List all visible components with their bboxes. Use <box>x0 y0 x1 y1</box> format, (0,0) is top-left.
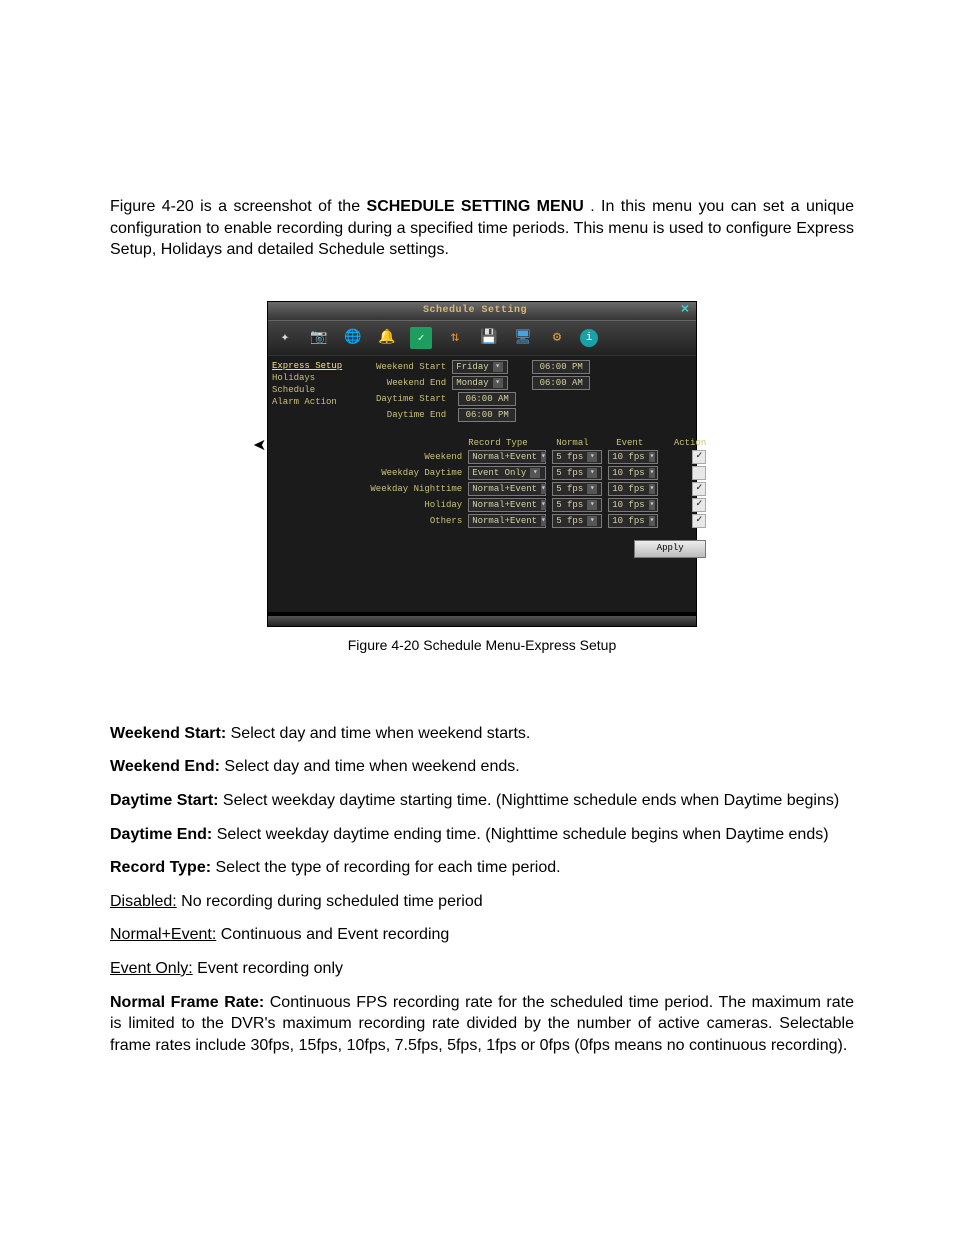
record-type-dropdown[interactable]: Event Only▾ <box>468 466 546 480</box>
normal-fps-dropdown[interactable]: 5 fps▾ <box>552 498 602 512</box>
normal-fps-dropdown[interactable]: 5 fps▾ <box>552 482 602 496</box>
record-type-dropdown[interactable]: Normal+Event▾ <box>468 450 546 464</box>
event-fps-dropdown[interactable]: 10 fps▾ <box>608 514 658 528</box>
dvr-titlebar: Schedule Setting × <box>268 302 696 320</box>
close-icon[interactable]: × <box>678 304 692 318</box>
time-row: Weekend Start Friday▾ 06:00 PM <box>350 360 706 374</box>
calendar-icon[interactable]: ✓ <box>410 327 432 349</box>
time-row-label: Weekend End <box>350 378 446 388</box>
event-fps-dropdown[interactable]: 10 fps▾ <box>608 450 658 464</box>
schedule-headers: Record Type Normal Event Action <box>350 438 706 448</box>
desc-daytime-end: Daytime End: Select weekday daytime endi… <box>110 824 854 846</box>
network-icon[interactable]: ⇅ <box>444 327 466 349</box>
dvr-main: Weekend Start Friday▾ 06:00 PM Weekend End M… <box>346 356 712 606</box>
time-row: Daytime Start 06:00 AM <box>350 392 706 406</box>
time-row: Weekend End Monday▾ 06:00 AM <box>350 376 706 390</box>
opt-normal-event: Normal+Event: Continuous and Event recor… <box>110 924 854 946</box>
display-icon[interactable]: 🖥 <box>512 327 534 349</box>
info-icon[interactable]: i <box>580 329 598 347</box>
dvr-bottom-bar <box>268 616 696 626</box>
time-row-label: Daytime End <box>350 410 446 420</box>
time-row: Daytime End 06:00 PM <box>350 408 706 422</box>
bell-icon[interactable]: 🔔 <box>376 327 398 349</box>
desc-weekend-end: Weekend End: Select day and time when we… <box>110 756 854 778</box>
schedule-row: Others Normal+Event▾ 5 fps▾ 10 fps▾ ✓ <box>350 514 706 528</box>
intro-bold: SCHEDULE SETTING MENU <box>367 198 584 215</box>
time-field[interactable]: 06:00 AM <box>458 392 516 406</box>
schedule-row: Weekday Daytime Event Only▾ 5 fps▾ 10 fps▾ <box>350 466 706 480</box>
day-dropdown[interactable]: Friday▾ <box>452 360 508 374</box>
action-checkbox[interactable]: ✓ <box>692 498 706 512</box>
hdr-event: Event <box>616 438 670 448</box>
hdr-record-type: Record Type <box>468 438 550 448</box>
figure-caption: Figure 4-20 Schedule Menu-Express Setup <box>110 637 854 653</box>
dvr-sidebar: Express SetupHolidaysScheduleAlarm Actio… <box>268 356 346 606</box>
camera-icon[interactable]: 📷 <box>308 327 330 349</box>
action-checkbox[interactable] <box>692 466 706 480</box>
dvr-screenshot: Schedule Setting × ✦ 📷 🌐 🔔 ✓ ⇅ 💾 🖥 ⚙ i E… <box>267 301 697 627</box>
sidebar-item[interactable]: Express Setup <box>272 360 342 372</box>
time-field[interactable]: 06:00 AM <box>532 376 590 390</box>
hdr-action: Action <box>670 438 706 448</box>
dvr-body: Express SetupHolidaysScheduleAlarm Actio… <box>268 356 696 612</box>
schedule-row: Weekend Normal+Event▾ 5 fps▾ 10 fps▾ ✓ <box>350 450 706 464</box>
day-dropdown[interactable]: Monday▾ <box>452 376 508 390</box>
time-row-label: Daytime Start <box>350 394 446 404</box>
apply-button[interactable]: Apply <box>634 540 706 558</box>
sidebar-item[interactable]: Schedule <box>272 384 342 396</box>
desc-weekend-start: Weekend Start: Select day and time when … <box>110 723 854 745</box>
intro-paragraph: Figure 4-20 is a screenshot of the SCHED… <box>110 196 854 261</box>
event-fps-dropdown[interactable]: 10 fps▾ <box>608 498 658 512</box>
desc-record-type: Record Type: Select the type of recordin… <box>110 857 854 879</box>
globe-icon[interactable]: 🌐 <box>342 327 364 349</box>
normal-fps-dropdown[interactable]: 5 fps▾ <box>552 466 602 480</box>
hdr-normal: Normal <box>556 438 610 448</box>
opt-event-only: Event Only: Event recording only <box>110 958 854 980</box>
cursor-icon: ➤ <box>253 435 266 455</box>
dvr-toolbar: ✦ 📷 🌐 🔔 ✓ ⇅ 💾 🖥 ⚙ i <box>268 320 696 356</box>
normal-fps-dropdown[interactable]: 5 fps▾ <box>552 450 602 464</box>
schedule-row-label: Weekday Nighttime <box>350 484 462 494</box>
schedule-row-label: Others <box>350 516 462 526</box>
opt-disabled: Disabled: No recording during scheduled … <box>110 891 854 913</box>
record-type-dropdown[interactable]: Normal+Event▾ <box>468 482 546 496</box>
schedule-row-label: Weekday Daytime <box>350 468 462 478</box>
time-row-label: Weekend Start <box>350 362 446 372</box>
event-fps-dropdown[interactable]: 10 fps▾ <box>608 466 658 480</box>
action-checkbox[interactable]: ✓ <box>692 514 706 528</box>
action-checkbox[interactable]: ✓ <box>692 482 706 496</box>
sidebar-item[interactable]: Alarm Action <box>272 396 342 408</box>
time-field[interactable]: 06:00 PM <box>458 408 516 422</box>
event-fps-dropdown[interactable]: 10 fps▾ <box>608 482 658 496</box>
desc-daytime-start: Daytime Start: Select weekday daytime st… <box>110 790 854 812</box>
schedule-row: Weekday Nighttime Normal+Event▾ 5 fps▾ 10 f… <box>350 482 706 496</box>
record-type-dropdown[interactable]: Normal+Event▾ <box>468 514 546 528</box>
time-field[interactable]: 06:00 PM <box>532 360 590 374</box>
schedule-row-label: Holiday <box>350 500 462 510</box>
dvr-title: Schedule Setting <box>272 305 678 316</box>
desc-normal-frame-rate: Normal Frame Rate: Continuous FPS record… <box>110 992 854 1057</box>
schedule-row-label: Weekend <box>350 452 462 462</box>
dvr-window: Schedule Setting × ✦ 📷 🌐 🔔 ✓ ⇅ 💾 🖥 ⚙ i E… <box>267 301 697 627</box>
intro-before: Figure 4-20 is a screenshot of the <box>110 198 367 215</box>
schedule-row: Holiday Normal+Event▾ 5 fps▾ 10 fps▾ ✓ <box>350 498 706 512</box>
disk-icon[interactable]: 💾 <box>478 327 500 349</box>
gear-icon[interactable]: ⚙ <box>546 327 568 349</box>
sidebar-item[interactable]: Holidays <box>272 372 342 384</box>
action-checkbox[interactable]: ✓ <box>692 450 706 464</box>
sparkle-icon[interactable]: ✦ <box>274 327 296 349</box>
description-section: Weekend Start: Select day and time when … <box>110 723 854 1057</box>
document-page: ➤ Figure 4-20 is a screenshot of the SCH… <box>0 0 954 1235</box>
normal-fps-dropdown[interactable]: 5 fps▾ <box>552 514 602 528</box>
record-type-dropdown[interactable]: Normal+Event▾ <box>468 498 546 512</box>
